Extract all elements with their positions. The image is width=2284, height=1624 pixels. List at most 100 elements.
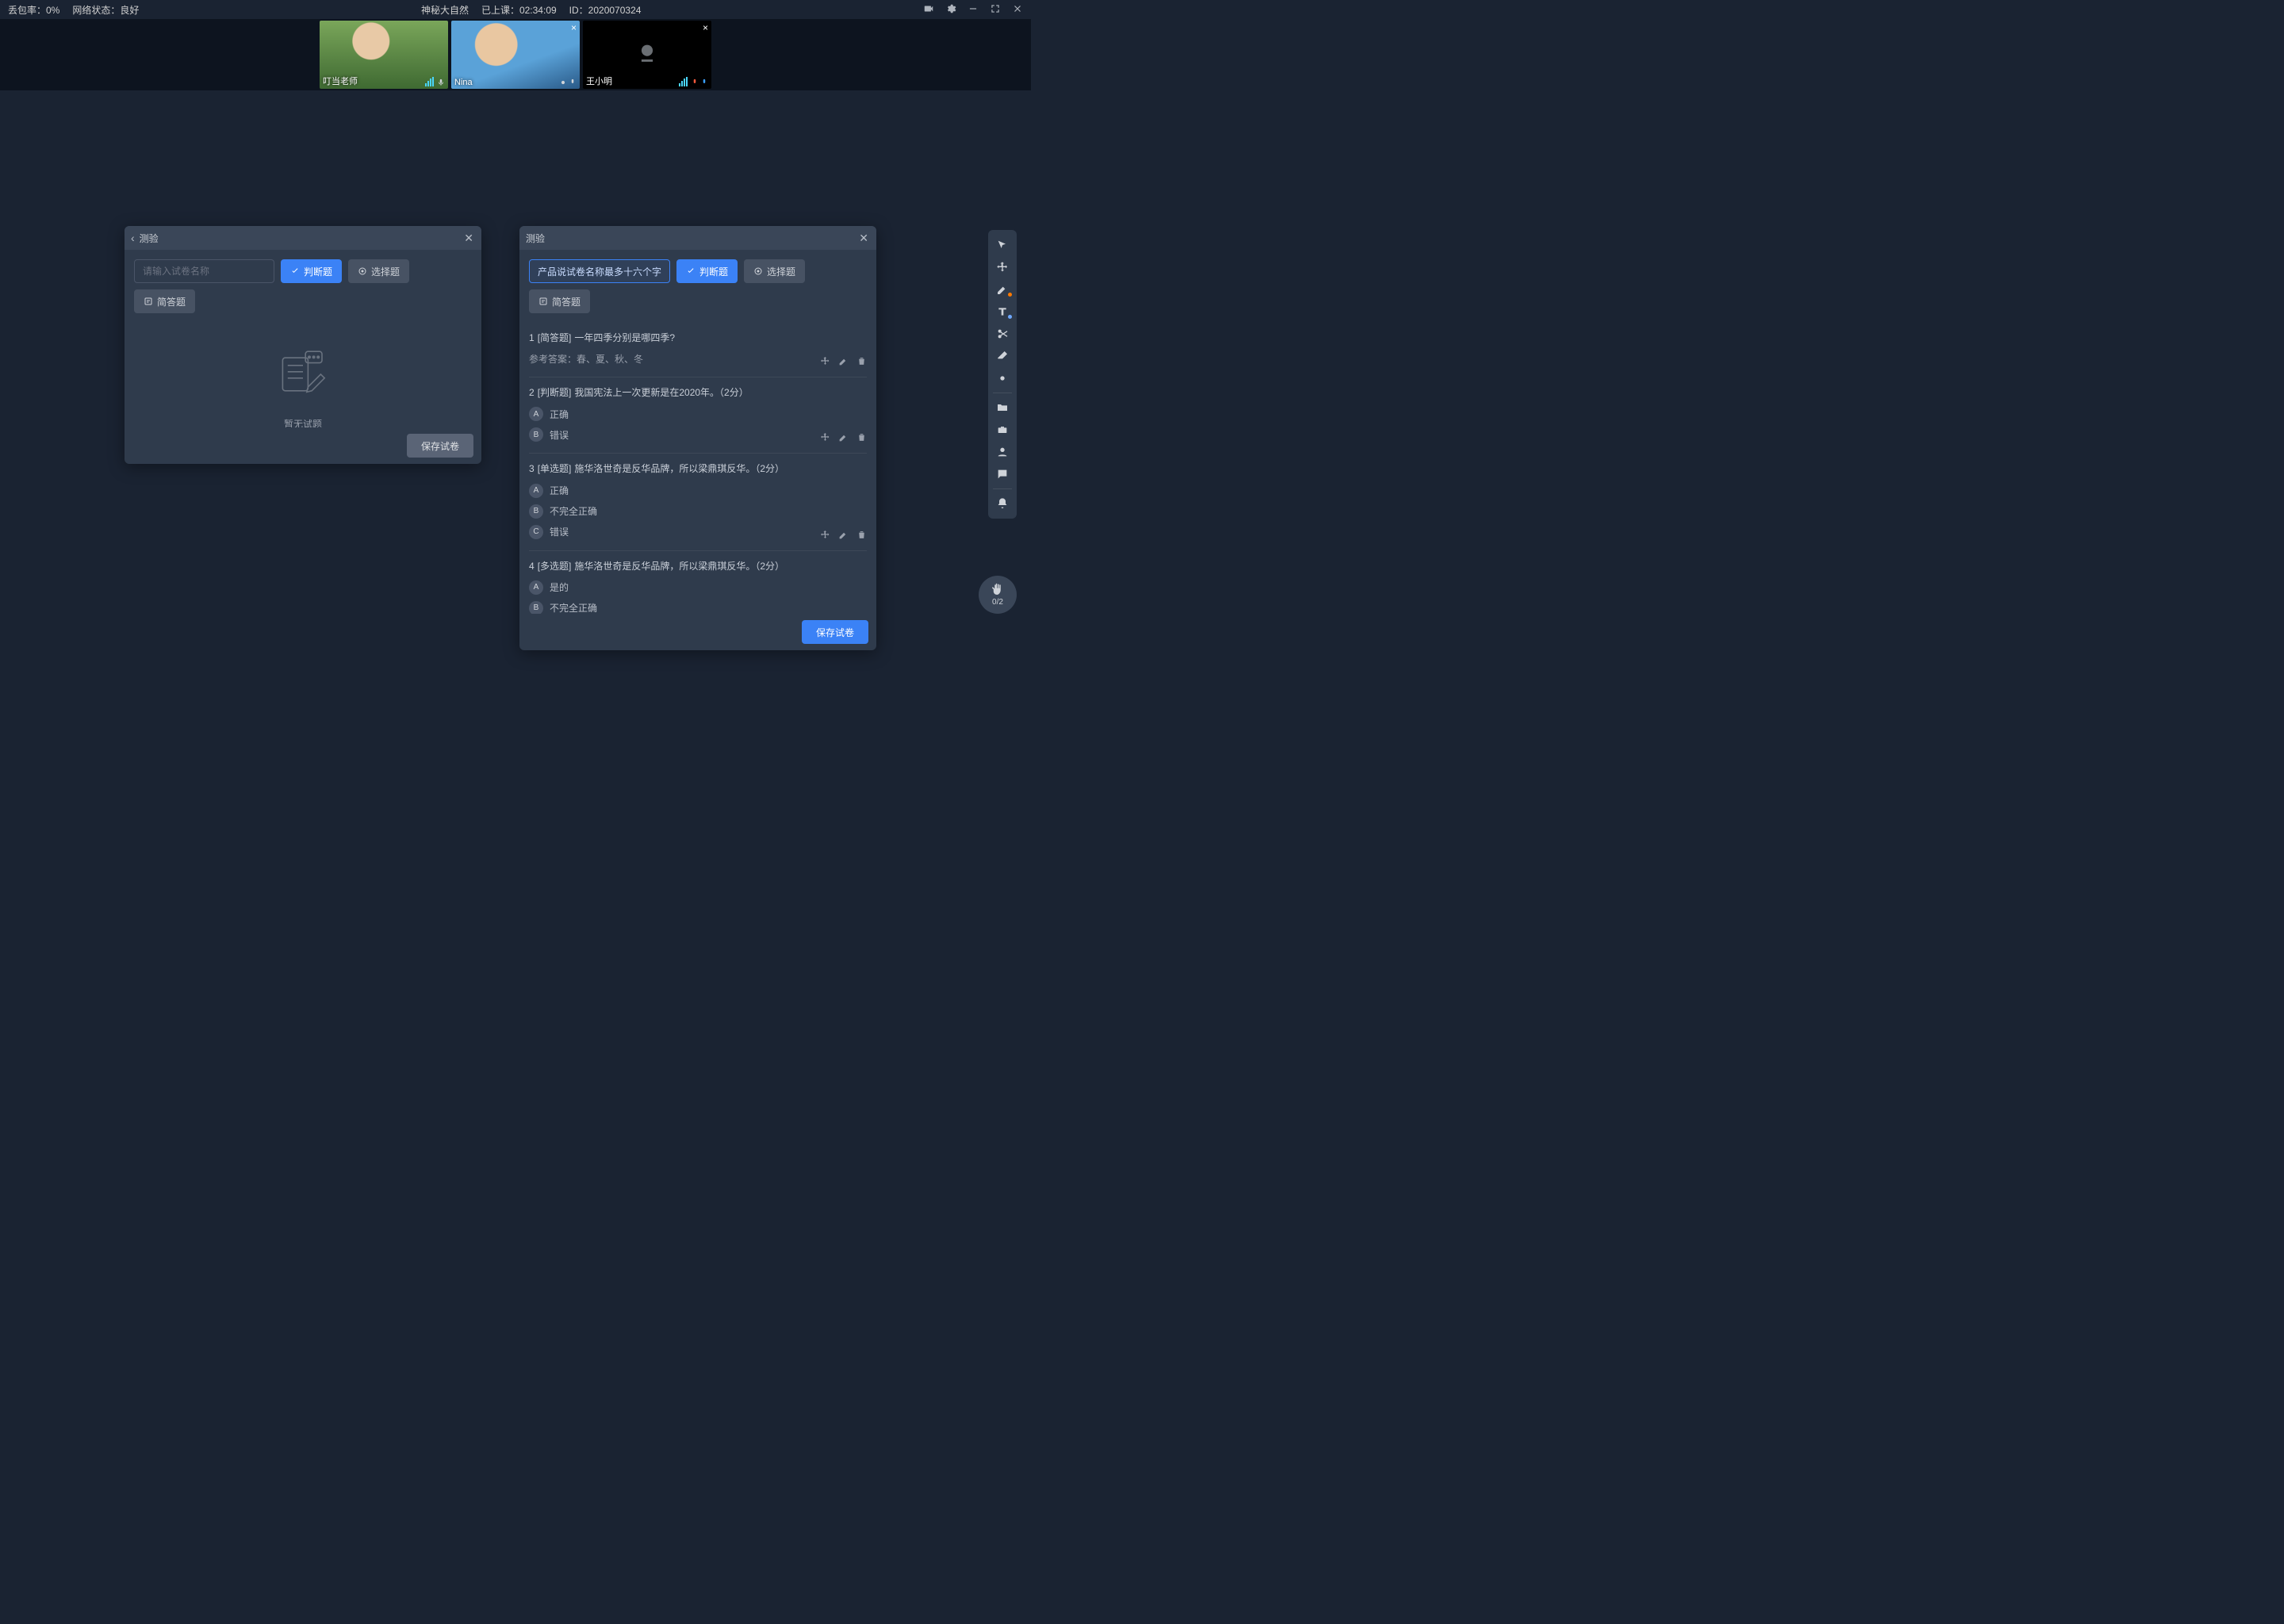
question-text: 施华洛世奇是反华品牌，所以梁鼎琪反华。（2分）	[574, 462, 784, 477]
network-status: 网络状态：良好	[72, 3, 139, 17]
laser-tool-icon[interactable]	[991, 368, 1014, 389]
add-choice-button[interactable]: 选择题	[348, 259, 409, 283]
question: 2 [判断题] 我国宪法上一次更新是在2020年。（2分） A 正确 B 错误	[529, 377, 867, 454]
settings-icon[interactable]	[945, 3, 956, 17]
panel-title: 测验	[140, 232, 465, 245]
question-number: 4	[529, 559, 535, 574]
add-judge-button[interactable]: 判断题	[281, 259, 342, 283]
option-text: 不完全正确	[550, 504, 597, 518]
quiz-panel-filled: 测验 ✕ 产品说试卷名称最多十六个字 判断题 选择题 简答题 1 [简答题] 一…	[519, 226, 876, 650]
participant-name: Nina	[454, 78, 473, 87]
pointer-tool-icon[interactable]	[991, 235, 1014, 255]
add-short-answer-button[interactable]: 简答题	[529, 289, 590, 313]
question-text: 一年四季分别是哪四季?	[574, 331, 675, 346]
question-type-tag: [单选题]	[538, 462, 572, 477]
bell-icon[interactable]	[991, 493, 1014, 514]
edit-icon[interactable]	[838, 432, 849, 445]
move-icon[interactable]	[820, 432, 830, 445]
edit-icon[interactable]	[838, 356, 849, 369]
chat-icon[interactable]	[991, 464, 1014, 485]
question-type-tag: [判断题]	[538, 385, 572, 400]
question-answer: 参考答案：春、夏、秋、冬	[529, 352, 867, 366]
edit-icon[interactable]	[838, 530, 849, 542]
option-text: 正确	[550, 484, 569, 497]
delete-icon[interactable]	[856, 356, 867, 369]
video-tile[interactable]: 叮当老师	[320, 21, 448, 89]
audio-level-icon	[559, 79, 577, 86]
camera-toggle-icon[interactable]	[923, 3, 934, 17]
video-tile[interactable]: × 王小明	[583, 21, 711, 89]
course-title: 神秘大自然	[421, 3, 469, 17]
add-judge-button[interactable]: 判断题	[676, 259, 738, 283]
question: 4 [多选题] 施华洛世奇是反华品牌，所以梁鼎琪反华。（2分） A 是的 B 不…	[529, 551, 867, 614]
question-number: 2	[529, 385, 535, 400]
option-badge: A	[529, 484, 543, 498]
fullscreen-icon[interactable]	[990, 3, 1001, 17]
save-quiz-button[interactable]: 保存试卷	[407, 434, 473, 458]
scissors-tool-icon[interactable]	[991, 324, 1014, 344]
audio-level-icon	[425, 77, 445, 86]
back-icon[interactable]: ‹	[131, 232, 135, 244]
empty-state: 暂无试题	[134, 323, 472, 427]
add-short-answer-button[interactable]: 简答题	[134, 289, 195, 313]
quiz-name-input[interactable]	[134, 259, 274, 283]
question-option[interactable]: B 不完全正确	[529, 504, 867, 519]
move-tool-icon[interactable]	[991, 257, 1014, 278]
elapsed-time: 已上课：02:34:09	[481, 3, 557, 17]
move-icon[interactable]	[820, 356, 830, 369]
close-tile-icon[interactable]: ×	[703, 22, 708, 33]
question-number: 1	[529, 331, 535, 346]
delete-icon[interactable]	[856, 530, 867, 542]
question-option[interactable]: A 是的	[529, 580, 867, 595]
question-option[interactable]: C 错误	[529, 525, 867, 539]
save-quiz-button[interactable]: 保存试卷	[802, 620, 868, 644]
audio-level-icon	[679, 77, 708, 86]
empty-text: 暂无试题	[284, 417, 322, 428]
video-tile[interactable]: × Nina	[451, 21, 580, 89]
add-choice-button[interactable]: 选择题	[744, 259, 805, 283]
option-badge: A	[529, 407, 543, 421]
tool-palette	[988, 230, 1017, 519]
question-option[interactable]: B 不完全正确	[529, 601, 867, 614]
pen-tool-icon[interactable]	[991, 279, 1014, 300]
question-option[interactable]: B 错误	[529, 427, 867, 442]
packet-loss: 丢包率：0%	[8, 3, 59, 17]
quiz-panel-empty: ‹ 测验 ✕ 判断题 选择题 简答题	[125, 226, 481, 464]
video-strip: 叮当老师 × Nina × 王小明	[0, 19, 1031, 90]
text-tool-icon[interactable]	[991, 301, 1014, 322]
option-badge: B	[529, 504, 543, 519]
session-id: ID：2020070324	[569, 3, 642, 17]
option-text: 不完全正确	[550, 601, 597, 614]
question-number: 3	[529, 462, 535, 477]
option-text: 错误	[550, 428, 569, 442]
minimize-icon[interactable]	[968, 3, 979, 17]
eraser-tool-icon[interactable]	[991, 346, 1014, 366]
question: 3 [单选题] 施华洛世奇是反华品牌，所以梁鼎琪反华。（2分） A 正确 B 不…	[529, 454, 867, 550]
close-window-icon[interactable]	[1012, 3, 1023, 17]
option-badge: C	[529, 525, 543, 539]
top-bar: 丢包率：0% 网络状态：良好 神秘大自然 已上课：02:34:09 ID：202…	[0, 0, 1031, 19]
panel-title: 测验	[526, 232, 859, 245]
folder-tool-icon[interactable]	[991, 397, 1014, 418]
question-type-tag: [简答题]	[538, 331, 572, 346]
question-option[interactable]: A 正确	[529, 407, 867, 421]
camera-off-icon	[634, 40, 661, 71]
question: 1 [简答题] 一年四季分别是哪四季? 参考答案：春、夏、秋、冬	[529, 323, 867, 377]
participant-name: 王小明	[586, 75, 612, 87]
toolbox-icon[interactable]	[991, 419, 1014, 440]
move-icon[interactable]	[820, 530, 830, 542]
option-text: 正确	[550, 408, 569, 421]
question-option[interactable]: A 正确	[529, 484, 867, 498]
hand-raise-badge[interactable]: 0/2	[979, 576, 1017, 614]
option-badge: A	[529, 580, 543, 595]
close-icon[interactable]: ✕	[859, 232, 868, 245]
person-icon[interactable]	[991, 442, 1014, 462]
option-badge: B	[529, 601, 543, 614]
question-type-tag: [多选题]	[538, 559, 572, 574]
close-tile-icon[interactable]: ×	[571, 22, 577, 33]
close-icon[interactable]: ✕	[464, 232, 473, 245]
option-badge: B	[529, 427, 543, 442]
delete-icon[interactable]	[856, 432, 867, 445]
hand-count: 0/2	[992, 598, 1003, 607]
quiz-name-chip[interactable]: 产品说试卷名称最多十六个字	[529, 259, 670, 283]
